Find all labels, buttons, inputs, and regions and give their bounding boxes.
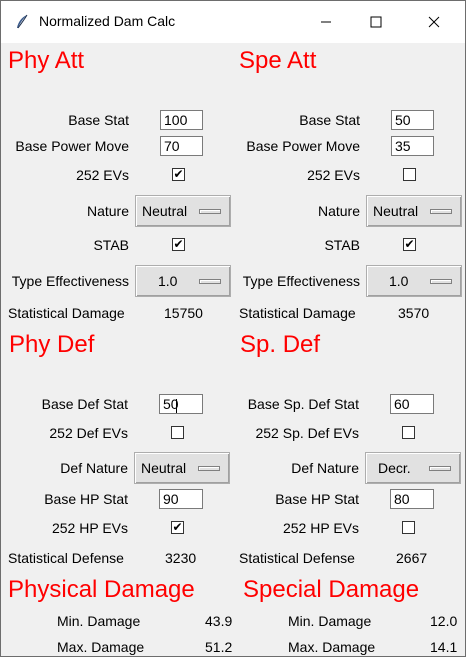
special-min-damage-value: 12.0	[430, 613, 458, 629]
dropdown-indicator-icon	[199, 209, 221, 214]
physical-min-damage-label: Min. Damage	[57, 613, 141, 629]
sp-def-hp-evs-label: 252 HP EVs	[282, 520, 359, 536]
phy-att-type-eff-label: Type Effectiveness	[11, 273, 129, 289]
maximize-icon	[370, 16, 382, 28]
spe-att-stab-checkbox[interactable]: ✔	[403, 238, 416, 251]
sp-def-def-evs-checkbox[interactable]	[402, 426, 415, 439]
phy-def-def-evs-label: 252 Def EVs	[49, 425, 128, 441]
maximize-button[interactable]	[353, 1, 399, 43]
feather-icon	[17, 14, 28, 29]
spe-att-base-power-input[interactable]: 35	[391, 136, 434, 156]
close-button[interactable]	[411, 1, 457, 43]
sp-def-header: Sp. Def	[240, 331, 321, 358]
sp-def-base-def-label: Base Sp. Def Stat	[247, 396, 359, 412]
close-icon	[428, 16, 440, 28]
phy-att-base-power-input[interactable]: 70	[160, 136, 203, 156]
spe-att-stat-damage-label: Statistical Damage	[239, 305, 356, 321]
phy-def-stat-defense-value: 3230	[165, 550, 197, 566]
minimize-icon	[321, 21, 331, 23]
spe-att-type-eff-dropdown[interactable]: 1.0	[366, 265, 462, 297]
dropdown-indicator-icon	[429, 466, 451, 471]
special-max-damage-value: 14.1	[430, 639, 458, 655]
special-damage-header: Special Damage	[243, 576, 420, 603]
phy-att-evs-label: 252 EVs	[76, 167, 129, 183]
phy-def-def-evs-checkbox[interactable]	[171, 426, 184, 439]
app-window: Normalized Dam Calc Phy Att Base Stat 10…	[0, 0, 466, 657]
sp-def-stat-defense-label: Statistical Defense	[239, 550, 355, 566]
phy-att-base-stat-label: Base Stat	[68, 112, 129, 128]
phy-def-hp-evs-checkbox[interactable]: ✔	[171, 521, 184, 534]
sp-def-def-nature-label: Def Nature	[291, 460, 359, 476]
phy-def-header: Phy Def	[9, 331, 95, 358]
phy-att-base-stat-input[interactable]: 100	[160, 110, 203, 130]
phy-def-base-hp-input[interactable]: 90	[159, 489, 203, 509]
phy-att-nature-dropdown[interactable]: Neutral	[135, 195, 231, 227]
phy-def-def-nature-label: Def Nature	[60, 460, 128, 476]
physical-max-damage-value: 51.2	[205, 639, 233, 655]
phy-att-stab-checkbox[interactable]: ✔	[172, 238, 185, 251]
spe-att-nature-label: Nature	[317, 203, 360, 219]
sp-def-base-hp-input[interactable]: 80	[390, 489, 434, 509]
spe-att-evs-label: 252 EVs	[307, 167, 360, 183]
phy-def-base-def-input[interactable]: 50	[159, 394, 203, 414]
phy-def-def-nature-value: Neutral	[141, 460, 187, 476]
dropdown-indicator-icon	[430, 209, 452, 214]
sp-def-base-hp-label: Base HP Stat	[275, 491, 359, 507]
spe-att-nature-value: Neutral	[373, 203, 419, 219]
phy-def-base-hp-label: Base HP Stat	[44, 491, 128, 507]
phy-att-stat-damage-value: 15750	[164, 305, 203, 321]
sp-def-def-evs-label: 252 Sp. Def EVs	[255, 425, 359, 441]
phy-att-evs-checkbox[interactable]: ✔	[172, 168, 185, 181]
spe-att-type-eff-label: Type Effectiveness	[242, 273, 360, 289]
sp-def-stat-defense-value: 2667	[396, 550, 428, 566]
dropdown-indicator-icon	[198, 466, 220, 471]
physical-max-damage-label: Max. Damage	[57, 639, 145, 655]
phy-def-base-def-label: Base Def Stat	[41, 396, 128, 412]
spe-att-type-eff-value: 1.0	[389, 273, 409, 289]
phy-att-stab-label: STAB	[93, 237, 129, 253]
dropdown-indicator-icon	[430, 279, 452, 284]
minimize-button[interactable]	[303, 1, 349, 43]
phy-att-nature-value: Neutral	[142, 203, 188, 219]
phy-def-def-nature-dropdown[interactable]: Neutral	[134, 452, 230, 484]
spe-att-nature-dropdown[interactable]: Neutral	[366, 195, 462, 227]
phy-def-stat-defense-label: Statistical Defense	[8, 550, 124, 566]
phy-att-base-power-label: Base Power Move	[15, 138, 129, 154]
sp-def-def-nature-dropdown[interactable]: Decr.	[365, 452, 461, 484]
phy-def-hp-evs-label: 252 HP EVs	[51, 520, 128, 536]
special-max-damage-label: Max. Damage	[288, 639, 376, 655]
dropdown-indicator-icon	[199, 279, 221, 284]
physical-min-damage-value: 43.9	[205, 613, 233, 629]
spe-att-stat-damage-value: 3570	[398, 305, 430, 321]
sp-def-base-def-input[interactable]: 60	[390, 394, 434, 414]
phy-att-header: Phy Att	[8, 47, 85, 74]
spe-att-stab-label: STAB	[324, 237, 360, 253]
special-min-damage-label: Min. Damage	[288, 613, 372, 629]
physical-damage-header: Physical Damage	[8, 576, 195, 603]
phy-att-type-eff-dropdown[interactable]: 1.0	[135, 265, 231, 297]
window-title: Normalized Dam Calc	[39, 13, 176, 29]
sp-def-hp-evs-checkbox[interactable]	[402, 521, 415, 534]
spe-att-evs-checkbox[interactable]	[403, 168, 416, 181]
phy-att-stat-damage-label: Statistical Damage	[8, 305, 125, 321]
spe-att-base-power-label: Base Power Move	[246, 138, 360, 154]
spe-att-header: Spe Att	[239, 47, 317, 74]
title-bar: Normalized Dam Calc	[1, 1, 465, 43]
phy-att-type-eff-value: 1.0	[158, 273, 178, 289]
text-cursor	[176, 399, 177, 413]
sp-def-def-nature-value: Decr.	[378, 460, 411, 476]
phy-att-nature-label: Nature	[86, 203, 129, 219]
spe-att-base-stat-label: Base Stat	[299, 112, 360, 128]
spe-att-base-stat-input[interactable]: 50	[391, 110, 434, 130]
